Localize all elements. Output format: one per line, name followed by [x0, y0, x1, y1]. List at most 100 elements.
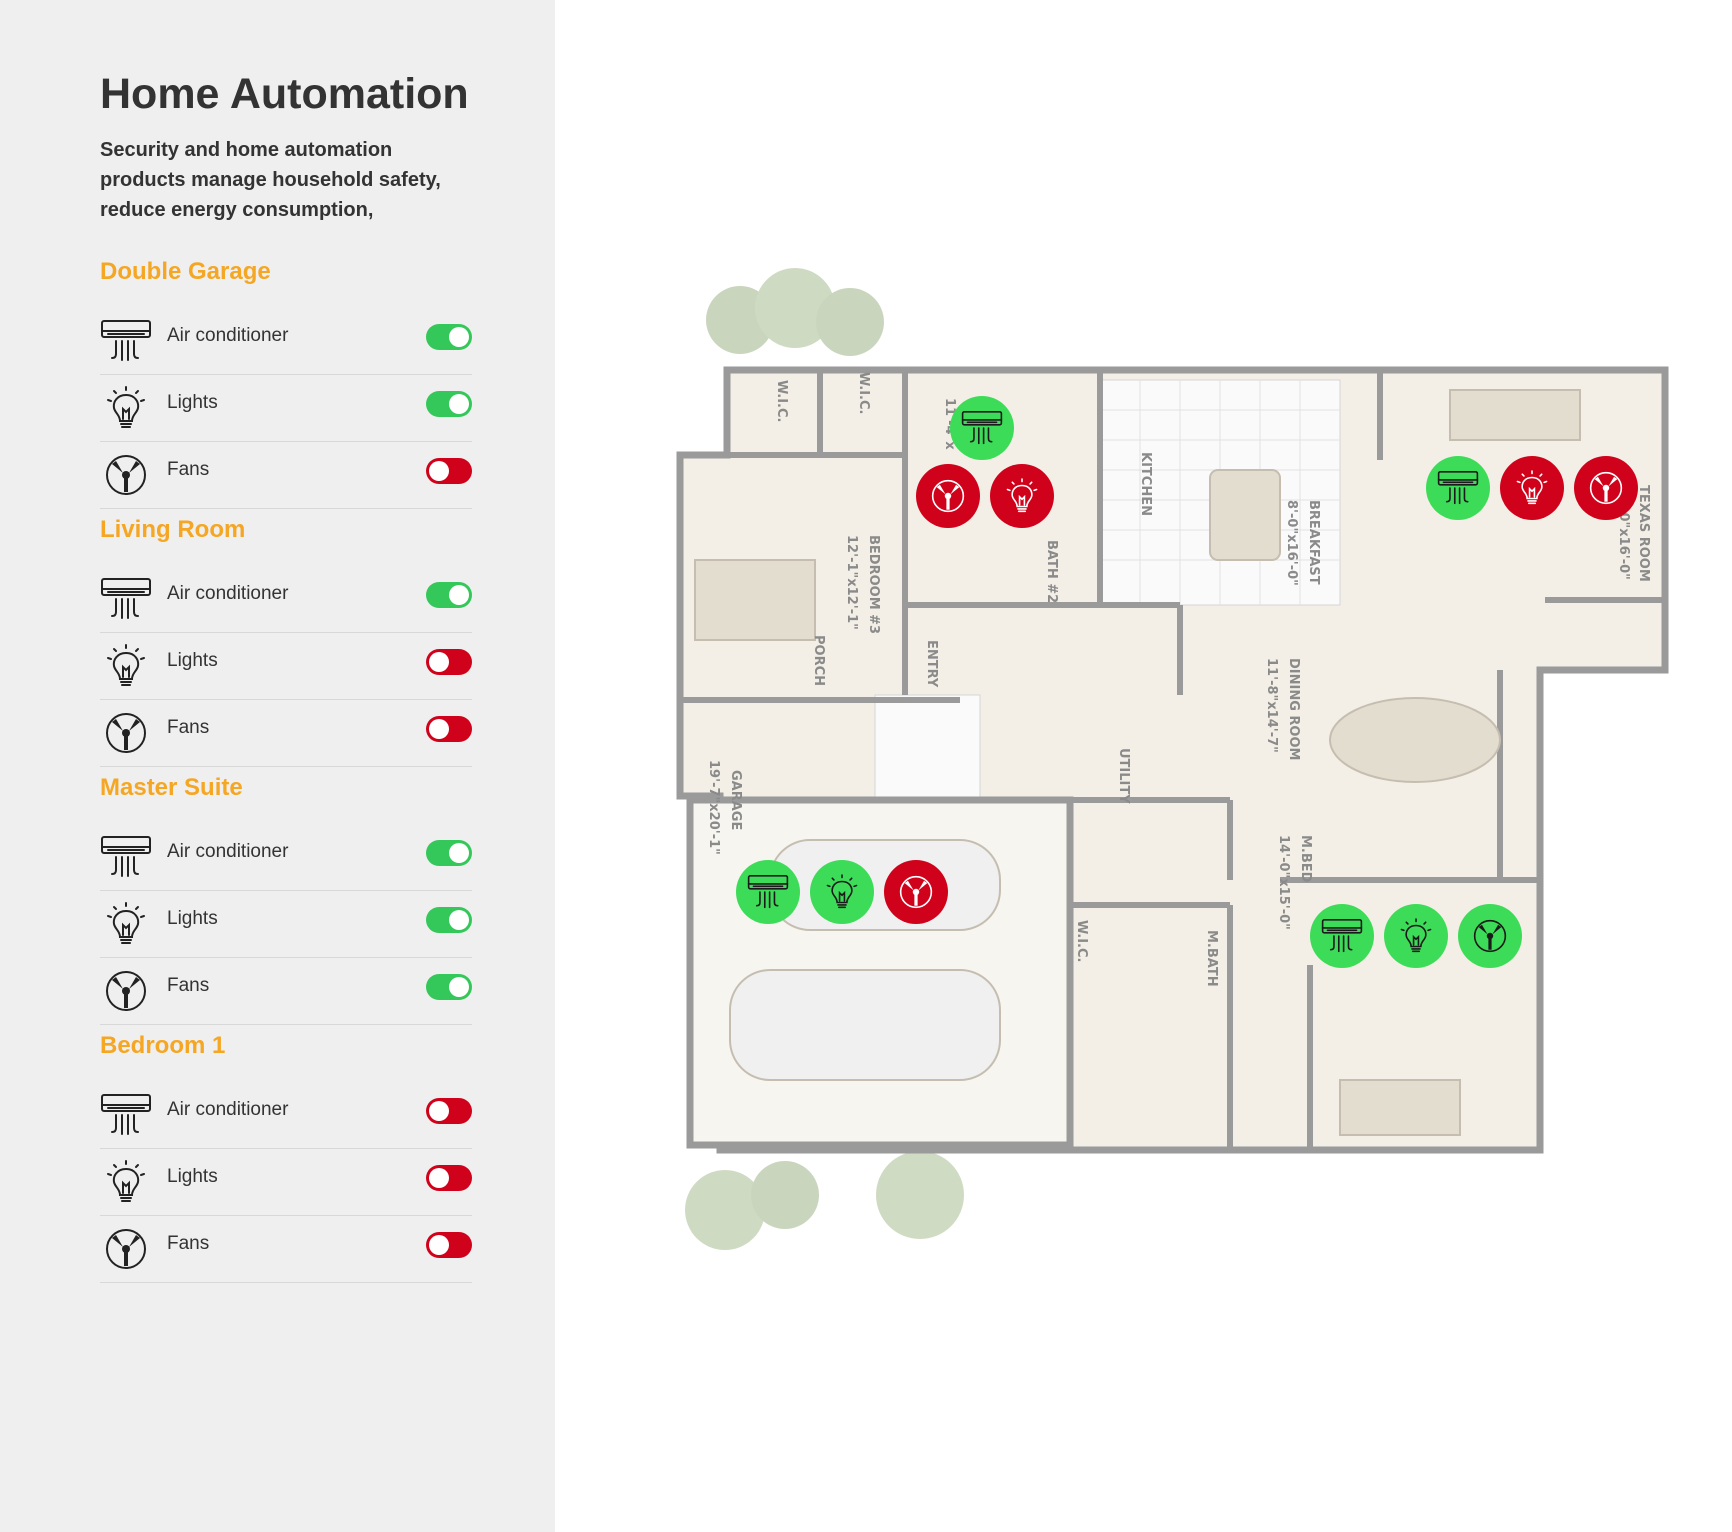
- label-entry: ENTRY: [924, 640, 939, 688]
- floor-plan: W.I.C. W.I.C. 11'-4"x BATH #2 KITCHEN BR…: [620, 240, 1680, 1280]
- label-mbed: M.BED: [1298, 835, 1313, 883]
- label-bath2: BATH #2: [1044, 540, 1059, 603]
- room-section: Double Garage Air conditioner Lights Fan…: [100, 252, 472, 509]
- device-label: Air conditioner: [167, 841, 289, 862]
- device-toggle[interactable]: [426, 649, 472, 675]
- device-label: Fans: [167, 459, 210, 480]
- bedroom1-lights-marker[interactable]: [990, 464, 1054, 528]
- master-suite-lights-marker[interactable]: [1384, 904, 1448, 968]
- device-row: Fans: [100, 958, 472, 1025]
- device-row: Lights: [100, 1149, 472, 1216]
- bulb-icon: [100, 901, 152, 947]
- label-mbed-dim: 14'-0"x15'-0": [1276, 835, 1291, 930]
- fan-icon: [927, 477, 969, 515]
- living-room-ac-marker[interactable]: [1426, 456, 1490, 520]
- bulb-icon: [100, 1159, 152, 1205]
- device-row: Lights: [100, 633, 472, 700]
- label-utility: UTILITY: [1116, 748, 1131, 804]
- fan-icon: [1469, 917, 1511, 955]
- device-toggle[interactable]: [426, 324, 472, 350]
- living-room-fan-marker[interactable]: [1574, 456, 1638, 520]
- device-row: Air conditioner: [100, 824, 472, 891]
- fan-icon: [100, 710, 152, 756]
- room-section: Bedroom 1 Air conditioner Lights Fans: [100, 1026, 472, 1283]
- page-title: Home Automation: [100, 70, 469, 118]
- device-label: Air conditioner: [167, 325, 289, 346]
- device-row: Fans: [100, 1216, 472, 1283]
- air-conditioner-icon: [100, 834, 152, 880]
- device-label: Air conditioner: [167, 583, 289, 604]
- bulb-icon: [821, 873, 863, 911]
- room-title: Double Garage: [100, 258, 271, 285]
- device-toggle[interactable]: [426, 974, 472, 1000]
- room-title: Living Room: [100, 516, 246, 543]
- device-row: Fans: [100, 442, 472, 509]
- label-kitchen: KITCHEN: [1138, 452, 1153, 516]
- device-row: Air conditioner: [100, 1082, 472, 1149]
- device-label: Fans: [167, 717, 210, 738]
- room-title: Master Suite: [100, 774, 243, 801]
- page-description: Security and home automation products ma…: [100, 139, 441, 221]
- bulb-icon: [1395, 917, 1437, 955]
- device-label: Lights: [167, 1166, 218, 1187]
- label-wic: W.I.C.: [856, 372, 871, 414]
- device-toggle[interactable]: [426, 582, 472, 608]
- air-conditioner-icon: [747, 873, 789, 911]
- bedroom1-ac-marker[interactable]: [950, 396, 1014, 460]
- label-garage-dim: 19'-7"x20'-1": [706, 760, 721, 855]
- fan-icon: [100, 1226, 152, 1272]
- device-label: Lights: [167, 908, 218, 929]
- garage-fan-marker[interactable]: [884, 860, 948, 924]
- master-suite-fan-marker[interactable]: [1458, 904, 1522, 968]
- label-dining-dim: 11'-8"x14'-7": [1264, 658, 1279, 753]
- bulb-icon: [100, 643, 152, 689]
- room-section: Master Suite Air conditioner Lights Fans: [100, 768, 472, 1025]
- label-porch: PORCH: [811, 635, 826, 686]
- garage-lights-marker[interactable]: [810, 860, 874, 924]
- device-label: Air conditioner: [167, 1099, 289, 1120]
- bulb-icon: [100, 385, 152, 431]
- air-conditioner-icon: [1321, 917, 1363, 955]
- label-wic: W.I.C.: [774, 380, 789, 422]
- device-toggle[interactable]: [426, 1232, 472, 1258]
- device-label: Fans: [167, 1233, 210, 1254]
- fan-icon: [1585, 469, 1627, 507]
- device-label: Lights: [167, 650, 218, 671]
- air-conditioner-icon: [100, 576, 152, 622]
- device-toggle[interactable]: [426, 907, 472, 933]
- label-bedroom3: BEDROOM #3: [866, 535, 881, 634]
- device-toggle[interactable]: [426, 391, 472, 417]
- device-toggle[interactable]: [426, 1165, 472, 1191]
- label-breakfast-dim: 8'-0"x16'-0": [1284, 500, 1299, 586]
- device-row: Fans: [100, 700, 472, 767]
- floor-plan-drawing: W.I.C. W.I.C. 11'-4"x BATH #2 KITCHEN BR…: [676, 268, 1669, 1250]
- air-conditioner-icon: [961, 409, 1003, 447]
- device-label: Lights: [167, 392, 218, 413]
- label-breakfast: BREAKFAST: [1306, 500, 1321, 585]
- fan-icon: [895, 873, 937, 911]
- device-toggle[interactable]: [426, 1098, 472, 1124]
- air-conditioner-icon: [100, 1092, 152, 1138]
- device-label: Fans: [167, 975, 210, 996]
- fan-icon: [100, 452, 152, 498]
- label-bedroom3-dim: 12'-1"x12'-1": [844, 535, 859, 630]
- device-row: Air conditioner: [100, 308, 472, 375]
- device-toggle[interactable]: [426, 840, 472, 866]
- garage-ac-marker[interactable]: [736, 860, 800, 924]
- bedroom1-fan-marker[interactable]: [916, 464, 980, 528]
- device-toggle[interactable]: [426, 458, 472, 484]
- air-conditioner-icon: [100, 318, 152, 364]
- sidebar: Home Automation Security and home automa…: [0, 0, 555, 1532]
- device-row: Air conditioner: [100, 566, 472, 633]
- bulb-icon: [1001, 477, 1043, 515]
- master-suite-ac-marker[interactable]: [1310, 904, 1374, 968]
- label-texas-room: TEXAS ROOM: [1636, 485, 1651, 582]
- living-room-lights-marker[interactable]: [1500, 456, 1564, 520]
- device-toggle[interactable]: [426, 716, 472, 742]
- device-row: Lights: [100, 375, 472, 442]
- label-dining-room: DINING ROOM: [1286, 658, 1301, 760]
- bulb-icon: [1511, 469, 1553, 507]
- room-section: Living Room Air conditioner Lights Fans: [100, 510, 472, 767]
- device-row: Lights: [100, 891, 472, 958]
- label-wic: W.I.C.: [1074, 920, 1089, 962]
